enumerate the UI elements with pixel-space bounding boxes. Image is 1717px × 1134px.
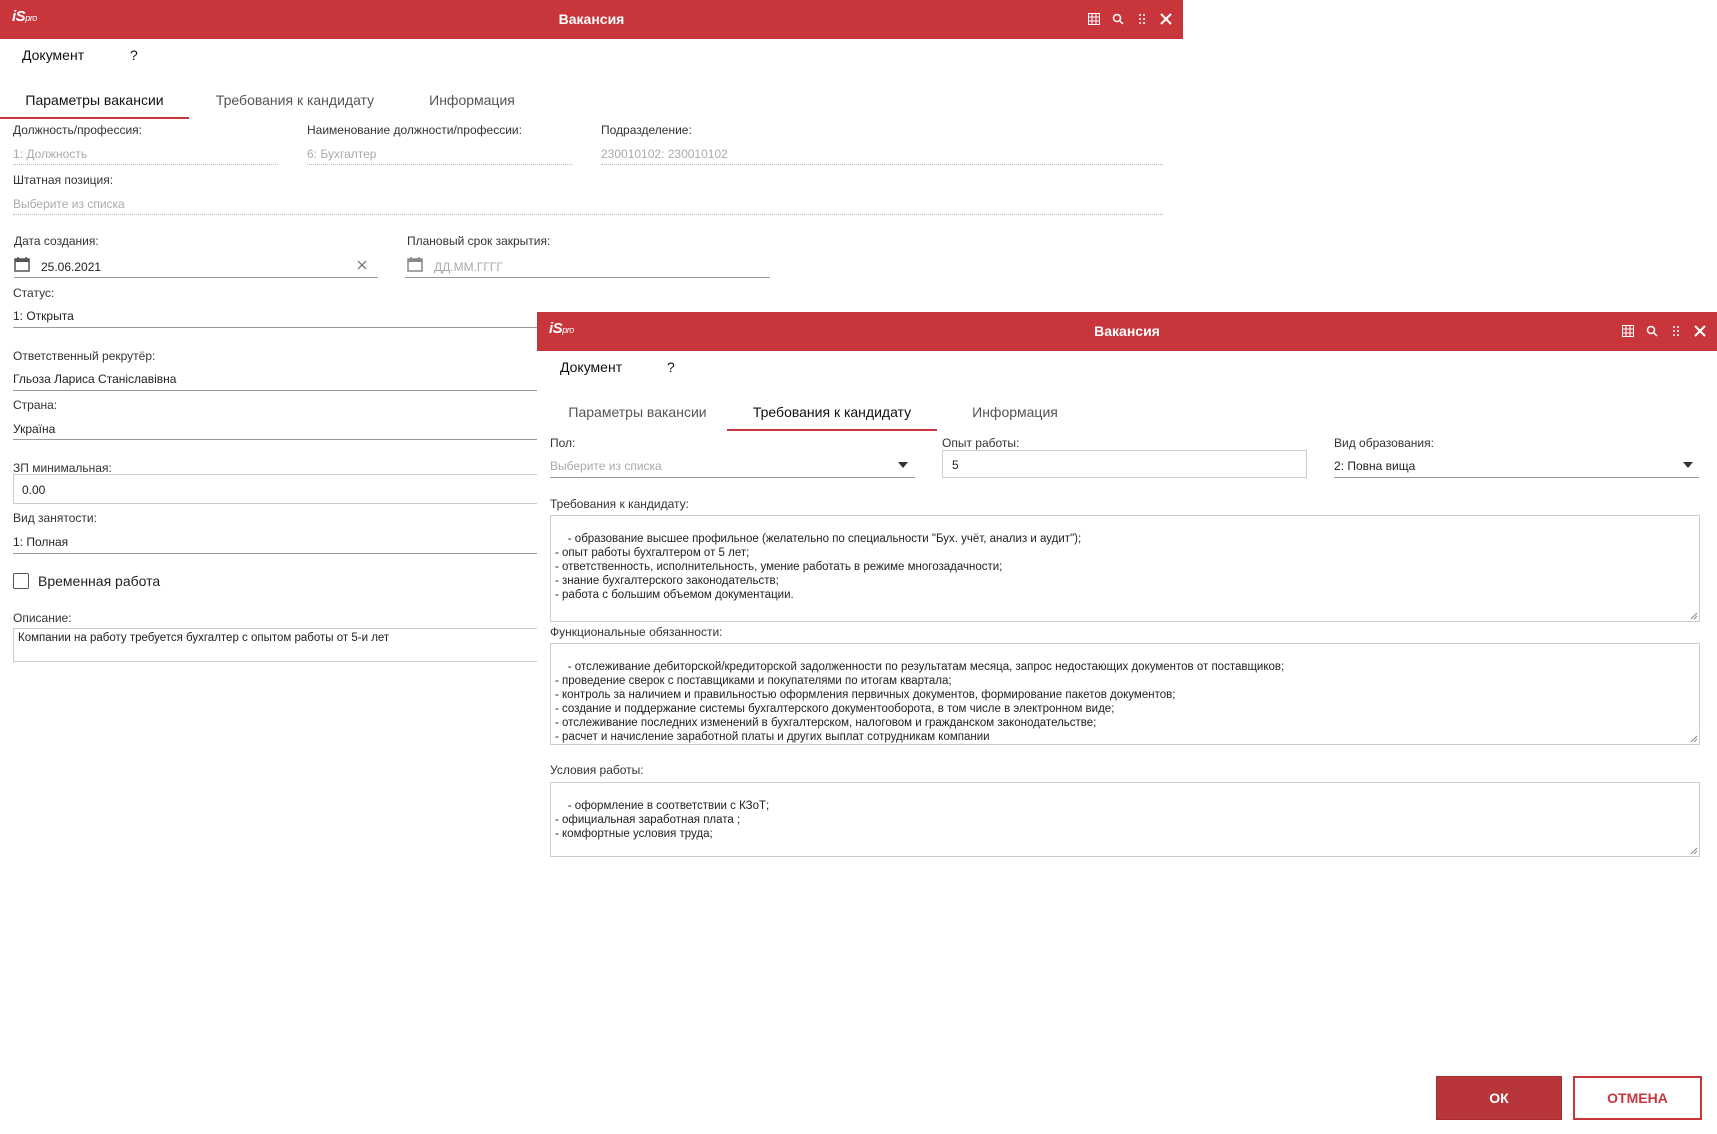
- vacancy-window-front: iSpro Вакансия Документ ? Параметры вака…: [537, 312, 1717, 1134]
- tab-candidate-requirements[interactable]: Требования к кандидату: [727, 399, 937, 431]
- position-underline: [13, 164, 278, 165]
- staff-position-field[interactable]: Выберите из списка: [13, 197, 125, 211]
- menu-document[interactable]: Документ: [22, 47, 84, 63]
- cancel-button[interactable]: ОТМЕНА: [1573, 1076, 1702, 1120]
- department-underline: [601, 164, 1163, 165]
- conditions-text: - оформление в соответствии с КЗоТ; - оф…: [555, 800, 770, 840]
- position-name-field[interactable]: 6: Бухгалтер: [307, 147, 376, 161]
- temp-work-label: Временная работа: [38, 573, 161, 589]
- chevron-down-icon[interactable]: [1683, 462, 1693, 468]
- drag-handle-icon[interactable]: [1669, 324, 1683, 338]
- education-select[interactable]: 2: Повна вища: [1334, 459, 1415, 473]
- gender-select[interactable]: Выберите из списка: [550, 459, 662, 473]
- status-label: Статус:: [13, 286, 55, 300]
- resize-grip-icon[interactable]: [1690, 735, 1698, 743]
- menu-help[interactable]: ?: [667, 359, 675, 375]
- menubar: Документ ?: [0, 47, 300, 67]
- ok-button[interactable]: ОК: [1436, 1076, 1562, 1120]
- salary-min-label: ЗП минимальная:: [13, 461, 112, 475]
- tab-vacancy-params[interactable]: Параметры вакансии: [550, 399, 725, 429]
- calendar-icon[interactable]: [14, 256, 30, 272]
- tab-candidate-requirements[interactable]: Требования к кандидату: [200, 87, 390, 117]
- department-label: Подразделение:: [601, 123, 692, 137]
- requirements-label: Требования к кандидату:: [550, 497, 689, 511]
- resize-grip-icon[interactable]: [1690, 612, 1698, 620]
- description-label: Описание:: [13, 611, 72, 625]
- created-date-underline: [14, 277, 378, 278]
- gender-underline: [550, 477, 915, 478]
- education-underline: [1334, 477, 1699, 478]
- staff-position-label: Штатная позиция:: [13, 173, 114, 187]
- conditions-textarea[interactable]: - оформление в соответствии с КЗоТ; - оф…: [550, 782, 1700, 857]
- clear-icon[interactable]: [357, 260, 367, 270]
- created-date-field[interactable]: 25.06.2021: [41, 260, 101, 274]
- requirements-text: - образование высшее профильное (желател…: [555, 533, 1082, 601]
- position-name-underline: [307, 164, 572, 165]
- education-label: Вид образования:: [1334, 436, 1434, 450]
- requirements-textarea[interactable]: - образование высшее профильное (желател…: [550, 515, 1700, 622]
- tab-bar: Параметры вакансии Требования к кандидат…: [537, 399, 1097, 431]
- department-field[interactable]: 230010102: 230010102: [601, 147, 728, 161]
- staff-position-underline: [13, 214, 1163, 215]
- close-icon[interactable]: [1159, 12, 1173, 26]
- close-date-label: Плановый срок закрытия:: [407, 234, 551, 248]
- close-date-field[interactable]: ДД.ММ.ГГГГ: [434, 260, 503, 274]
- chevron-down-icon[interactable]: [898, 462, 908, 468]
- duties-label: Функциональные обязанности:: [550, 625, 723, 639]
- recruiter-field[interactable]: Гльоза Лариса Станіславівна: [13, 372, 176, 386]
- experience-input[interactable]: [942, 450, 1307, 478]
- tab-information[interactable]: Информация: [412, 87, 532, 117]
- temp-work-checkbox[interactable]: [13, 573, 29, 589]
- close-date-underline: [405, 277, 770, 278]
- tab-vacancy-params[interactable]: Параметры вакансии: [0, 87, 189, 119]
- menu-document[interactable]: Документ: [560, 359, 622, 375]
- duties-textarea[interactable]: - отслеживание дебиторской/кредиторской …: [550, 643, 1700, 745]
- window-title: Вакансия: [558, 11, 625, 27]
- menubar: Документ ?: [537, 359, 837, 379]
- window-title: Вакансия: [1094, 323, 1160, 339]
- experience-label: Опыт работы:: [942, 436, 1020, 450]
- titlebar[interactable]: iSpro Вакансия: [537, 312, 1717, 351]
- recruiter-label: Ответственный рекрутёр:: [13, 349, 156, 363]
- position-field[interactable]: 1: Должность: [13, 147, 87, 161]
- close-icon[interactable]: [1693, 324, 1707, 338]
- duties-text: - отслеживание дебиторской/кредиторской …: [555, 661, 1285, 743]
- calendar-icon[interactable]: [407, 256, 423, 272]
- employment-field[interactable]: 1: Полная: [13, 535, 68, 549]
- recruiter-underline: [13, 390, 538, 391]
- resize-grip-icon[interactable]: [1690, 847, 1698, 855]
- experience-value: 5: [952, 458, 959, 472]
- tab-bar: Параметры вакансии Требования к кандидат…: [0, 87, 560, 119]
- salary-min-value: 0.00: [22, 483, 46, 497]
- employment-label: Вид занятости:: [13, 511, 97, 525]
- search-icon[interactable]: [1645, 324, 1659, 338]
- status-field[interactable]: 1: Открыта: [13, 309, 74, 323]
- employment-underline: [13, 553, 538, 554]
- grid-icon[interactable]: [1087, 12, 1101, 26]
- menu-help[interactable]: ?: [130, 47, 138, 63]
- search-icon[interactable]: [1111, 12, 1125, 26]
- titlebar[interactable]: iSpro Вакансия: [0, 0, 1183, 39]
- gender-label: Пол:: [550, 436, 576, 450]
- tab-information[interactable]: Информация: [955, 399, 1075, 429]
- country-underline: [13, 439, 538, 440]
- position-label: Должность/профессия:: [13, 123, 143, 137]
- drag-handle-icon[interactable]: [1135, 12, 1149, 26]
- position-name-label: Наименование должности/профессии:: [307, 123, 522, 137]
- grid-icon[interactable]: [1621, 324, 1635, 338]
- status-underline: [13, 327, 538, 328]
- conditions-label: Условия работы:: [550, 763, 644, 777]
- description-textarea[interactable]: Компании на работу требуется бухгалтер с…: [13, 628, 553, 662]
- created-date-label: Дата создания:: [14, 234, 99, 248]
- salary-min-input[interactable]: [13, 474, 553, 504]
- country-label: Страна:: [13, 398, 58, 412]
- country-field[interactable]: Україна: [13, 422, 55, 436]
